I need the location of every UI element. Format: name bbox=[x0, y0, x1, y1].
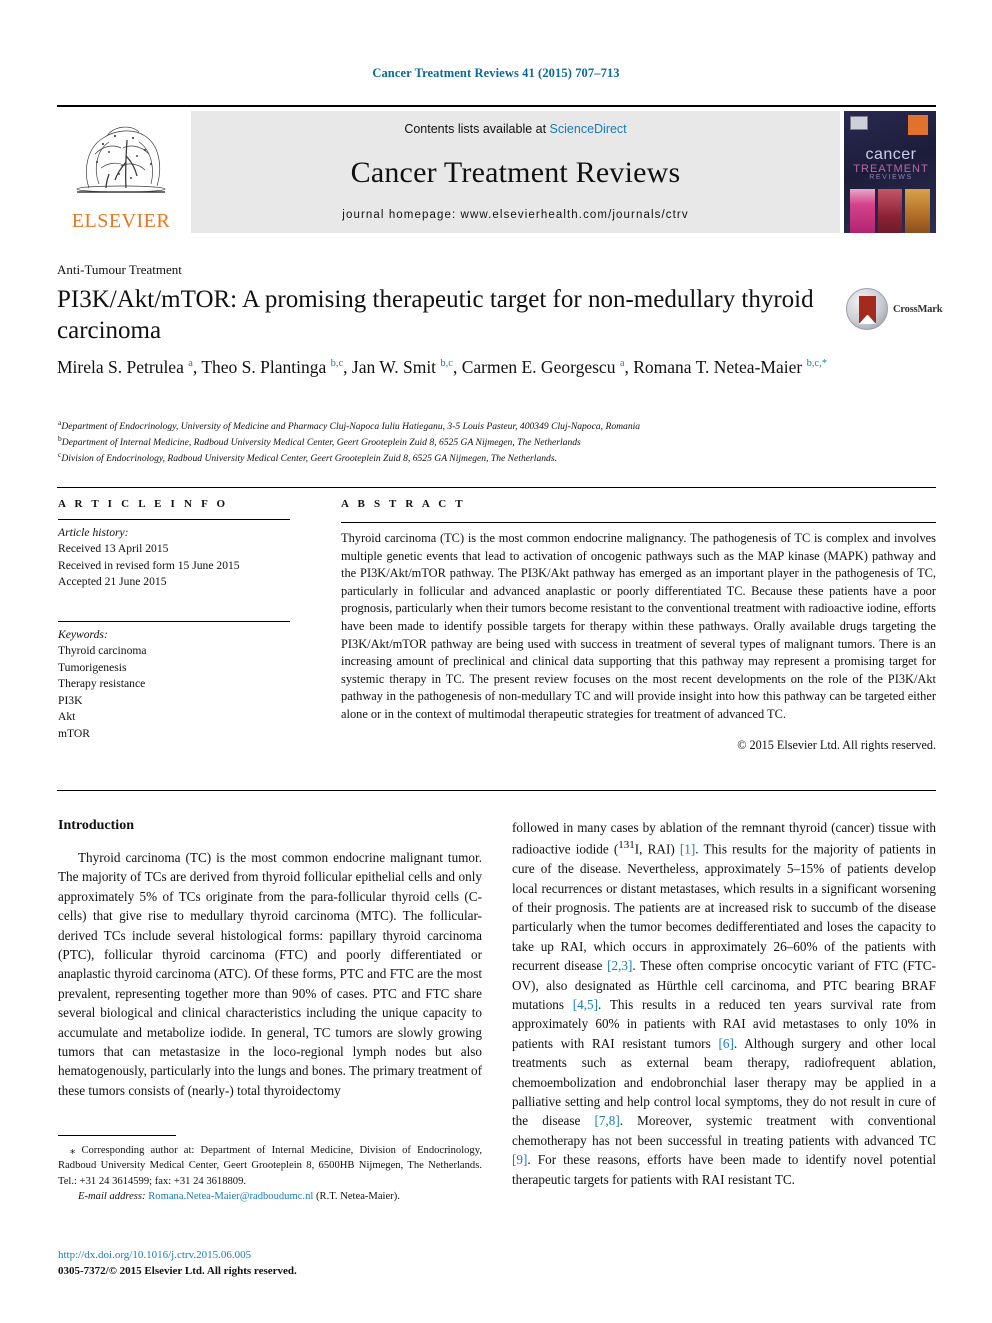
sciencedirect-link[interactable]: ScienceDirect bbox=[550, 122, 627, 136]
journal-title: Cancer Treatment Reviews bbox=[350, 155, 681, 189]
footnote-rule bbox=[58, 1135, 176, 1136]
keyword-item: mTOR bbox=[58, 726, 90, 740]
elsevier-wordmark: ELSEVIER bbox=[71, 210, 171, 232]
isotope-superscript: 131 bbox=[618, 839, 635, 852]
article-history-rule bbox=[58, 519, 290, 520]
corresponding-author-text: ⁎ Corresponding author at: Department of… bbox=[58, 1145, 482, 1187]
keyword-item: Thyroid carcinoma bbox=[58, 644, 147, 658]
citation-link[interactable]: [6] bbox=[718, 1036, 733, 1051]
cover-strip-pink bbox=[850, 189, 875, 233]
title-block: PI3K/Akt/mTOR: A promising therapeutic t… bbox=[57, 285, 817, 346]
cover-orange-square bbox=[908, 115, 928, 135]
email-label: E-mail address: bbox=[78, 1191, 146, 1203]
cover-title-line1: cancer bbox=[865, 146, 917, 163]
journal-masthead: ELSEVIER Contents lists available at Sci… bbox=[57, 105, 936, 233]
keywords-items: Thyroid carcinoma Tumorigenesis Therapy re… bbox=[58, 643, 308, 742]
crossmark-badge[interactable]: CrossMark bbox=[846, 288, 943, 330]
article-history-label: Article history: bbox=[58, 526, 129, 539]
author-list: Mirela S. Petrulea a, Theo S. Plantinga … bbox=[57, 357, 827, 377]
cover-title-line3: REVIEWS bbox=[869, 174, 913, 181]
affiliation-item: aDepartment of Endocrinology, University… bbox=[58, 418, 641, 433]
keyword-item: PI3K bbox=[58, 693, 83, 707]
article-info-heading: A R T I C L E I N F O bbox=[58, 498, 229, 510]
article-history-item: Accepted 21 June 2015 bbox=[58, 575, 167, 589]
citation-link[interactable]: [2,3] bbox=[607, 958, 632, 973]
issn-rights-line: 0305-7372/© 2015 Elsevier Ltd. All right… bbox=[58, 1264, 297, 1277]
masthead-center-panel: Contents lists available at ScienceDirec… bbox=[191, 111, 840, 233]
info-band-top-rule bbox=[57, 487, 936, 488]
info-band-bottom-rule bbox=[57, 790, 936, 791]
email-address-line: E-mail address: Romana.Netea-Maier@radbo… bbox=[58, 1191, 482, 1202]
article-section-label: Anti-Tumour Treatment bbox=[57, 262, 182, 277]
running-head: Cancer Treatment Reviews 41 (2015) 707–7… bbox=[372, 66, 620, 80]
article-history-items: Received 13 April 2015 Received in revise… bbox=[58, 541, 308, 590]
doi-link[interactable]: http://dx.doi.org/10.1016/j.ctrv.2015.06… bbox=[58, 1248, 498, 1264]
abstract-text: Thyroid carcinoma (TC) is the most commo… bbox=[341, 531, 936, 722]
keyword-item: Akt bbox=[58, 710, 76, 724]
cover-strip-orange bbox=[905, 189, 931, 233]
article-history-item: Received in revised form 15 June 2015 bbox=[58, 558, 240, 572]
affiliation-item: cDivision of Endocrinology, Radboud Univ… bbox=[58, 449, 557, 464]
citation-link[interactable]: [7,8] bbox=[594, 1113, 619, 1128]
cover-color-strips bbox=[850, 189, 931, 233]
journal-homepage[interactable]: journal homepage: www.elsevierhealth.com… bbox=[342, 209, 688, 221]
email-owner: (R.T. Netea-Maier). bbox=[315, 1191, 400, 1203]
body-column-right: followed in many cases by ablation of th… bbox=[512, 818, 936, 1189]
affiliation-list: aDepartment of Endocrinology, University… bbox=[58, 418, 908, 465]
citation-link[interactable]: [4,5] bbox=[573, 997, 598, 1012]
keyword-item: Therapy resistance bbox=[58, 677, 146, 691]
contents-available-line: Contents lists available at ScienceDirec… bbox=[404, 122, 626, 136]
citation-link[interactable]: [9] bbox=[512, 1152, 527, 1167]
introduction-paragraph-right: followed in many cases by ablation of th… bbox=[512, 818, 936, 1189]
body-column-left: Introduction Thyroid carcinoma (TC) is t… bbox=[58, 818, 482, 1100]
page-title: PI3K/Akt/mTOR: A promising therapeutic t… bbox=[57, 286, 814, 344]
body-text-segment: . For these reasons, efforts have been m… bbox=[512, 1152, 936, 1187]
crossmark-icon bbox=[846, 288, 888, 330]
abstract-heading: A B S T R A C T bbox=[341, 498, 466, 510]
citation-link[interactable]: [1] bbox=[680, 842, 695, 857]
crossmark-label: CrossMark bbox=[893, 303, 943, 315]
introduction-heading: Introduction bbox=[58, 818, 134, 833]
email-link[interactable]: Romana.Netea-Maier@radboudumc.nl bbox=[148, 1191, 313, 1202]
body-text-segment: I, RAI) bbox=[634, 841, 680, 857]
keywords-label: Keywords: bbox=[58, 627, 108, 641]
cover-corner-icon bbox=[850, 116, 868, 130]
abstract-copyright: © 2015 Elsevier Ltd. All rights reserved… bbox=[737, 737, 936, 752]
elsevier-logo: ELSEVIER bbox=[57, 111, 185, 233]
abstract-column: Thyroid carcinoma (TC) is the most commo… bbox=[341, 522, 936, 753]
body-text-segment: . This results for the majority of patie… bbox=[512, 841, 936, 974]
journal-article-page: Cancer Treatment Reviews 41 (2015) 707–7… bbox=[0, 0, 992, 1323]
journal-cover-thumbnail: cancer TREATMENT REVIEWS bbox=[844, 111, 936, 233]
keyword-item: Tumorigenesis bbox=[58, 660, 127, 674]
keywords-rule bbox=[58, 620, 290, 622]
article-info-column: Article history: Received 13 April 2015 R… bbox=[58, 519, 308, 742]
article-history-item: Received 13 April 2015 bbox=[58, 542, 169, 556]
elsevier-tree-icon bbox=[76, 126, 166, 193]
introduction-paragraph-left: Thyroid carcinoma (TC) is the most commo… bbox=[58, 850, 482, 1098]
corresponding-author-footnote: ⁎ Corresponding author at: Department of… bbox=[58, 1135, 482, 1202]
abstract-rule bbox=[341, 522, 936, 523]
contents-prefix: Contents lists available at bbox=[404, 122, 550, 136]
cover-strip-red bbox=[877, 189, 903, 233]
affiliation-item: bDepartment of Internal Medicine, Radbou… bbox=[58, 433, 581, 448]
imprint-block: http://dx.doi.org/10.1016/j.ctrv.2015.06… bbox=[58, 1248, 498, 1280]
